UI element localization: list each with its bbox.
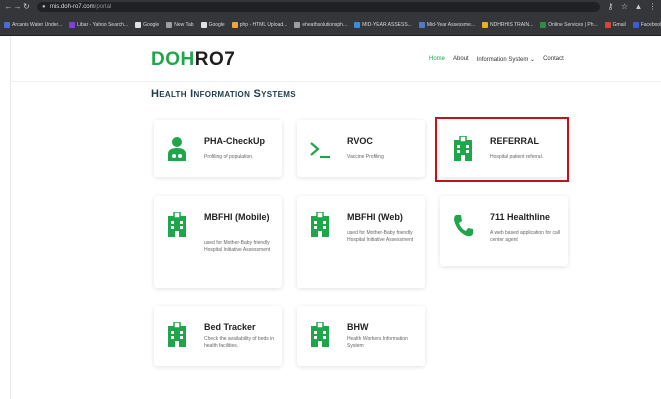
hospital-icon [168, 322, 186, 347]
url-path: /portal [94, 4, 112, 10]
bookmark-item[interactable]: Online Services | Ph... [540, 21, 598, 28]
card-description: Health Workers Information System [347, 336, 408, 349]
star-icon[interactable]: ☆ [620, 0, 629, 14]
favicon-icon [604, 21, 611, 28]
card-title: MBFHI (Mobile) [204, 212, 270, 222]
bookmark-label: Arcanis Water Under... [12, 21, 63, 28]
card-description: Check the availability of beds in health… [204, 336, 275, 349]
nav-about[interactable]: About [453, 56, 469, 63]
favicon-icon [540, 21, 547, 28]
logo-doh: DOH [151, 49, 195, 70]
bookmark-label: Google [208, 21, 225, 28]
card-bhw[interactable]: BHW Health Workers Information System [297, 306, 425, 366]
extension-icon[interactable]: ▲ [634, 0, 643, 14]
bookmark-label: MID-YEAR ASSESS... [362, 21, 412, 28]
terminal-icon [310, 142, 330, 159]
card-bed-tracker[interactable]: Bed Tracker Check the availability of be… [154, 306, 282, 366]
top-navigation: Home About Information System ⌄ Contact [429, 56, 564, 63]
hospital-icon [311, 212, 329, 237]
forward-icon[interactable]: → [13, 0, 22, 14]
card-pha-checkup[interactable]: PHA-CheckUp Profiling of population. [154, 120, 282, 177]
bookmark-item[interactable]: Arcanis Water Under... [4, 21, 63, 28]
bookmark-item[interactable]: Google [135, 21, 160, 28]
favicon-icon [231, 21, 238, 28]
bookmark-label: php - HTML Upload... [239, 21, 288, 28]
highlight-box [435, 117, 569, 182]
nav-home[interactable]: Home [429, 56, 445, 63]
browser-toolbar: ← → ↻ ● rnis.doh-ro7.com /portal ⚷ ☆ ▲ ⋮ [0, 0, 661, 14]
card-description: A web based application for call center … [490, 230, 561, 243]
card-description: used for Mother-Baby friendly Hospital I… [347, 230, 414, 243]
bookmark-label: Online Services | Ph... [548, 21, 598, 28]
card-description: used for Mother-Baby friendly Hospital I… [204, 240, 271, 253]
card-mbfhi-mobile[interactable]: MBFHI (Mobile) used for Mother-Baby frie… [154, 196, 282, 288]
bookmark-item[interactable]: New Tab [166, 21, 194, 28]
lock-icon: ● [42, 4, 46, 10]
card-mbfhi-web[interactable]: MBFHI (Web) used for Mother-Baby friendl… [297, 196, 425, 288]
hospital-icon [311, 322, 329, 347]
address-bar[interactable]: ● rnis.doh-ro7.com /portal [37, 2, 600, 12]
favicon-icon [354, 21, 361, 28]
bookmark-item[interactable]: Mid-Year Assessme... [418, 21, 476, 28]
card-title: PHA-CheckUp [204, 136, 266, 146]
card-title: 711 Healthline [490, 212, 551, 222]
nav-contact[interactable]: Contact [543, 56, 564, 63]
person-icon [168, 137, 186, 161]
favicon-icon [166, 21, 173, 28]
card-711-healthline[interactable]: 711 Healthline A web based application f… [440, 196, 568, 266]
bookmark-item[interactable]: php - HTML Upload... [231, 21, 288, 28]
bookmark-item[interactable]: MID-YEAR ASSESS... [354, 21, 412, 28]
bookmark-label: New Tab [174, 21, 194, 28]
favicon-icon [200, 21, 207, 28]
bookmark-item[interactable]: Gmail [604, 21, 626, 28]
card-title: BHW [347, 322, 369, 332]
web-page: DOHRO7 Home About Information System ⌄ C… [10, 36, 661, 399]
hospital-icon [168, 212, 186, 237]
card-description: Profiling of population. [204, 154, 254, 160]
favicon-icon [294, 21, 301, 28]
card-description: Vaccine Profiling [347, 154, 384, 160]
key-icon[interactable]: ⚷ [606, 0, 615, 14]
card-title: RVOC [347, 136, 373, 146]
browser-chrome: ← → ↻ ● rnis.doh-ro7.com /portal ⚷ ☆ ▲ ⋮… [0, 0, 661, 36]
header-divider [11, 81, 661, 82]
favicon-icon [69, 21, 76, 28]
favicon-icon [632, 21, 639, 28]
back-icon[interactable]: ← [4, 0, 13, 14]
nav-information-system[interactable]: Information System ⌄ [477, 56, 535, 63]
favicon-icon [4, 21, 10, 28]
site-logo[interactable]: DOHRO7 [151, 49, 235, 71]
bookmark-label: Facebook - Log in o... [640, 21, 661, 28]
card-rvoc[interactable]: RVOC Vaccine Profiling [297, 120, 425, 177]
bookmark-label: Mid-Year Assessme... [426, 21, 476, 28]
favicon-icon [135, 21, 142, 28]
bookmark-label: Libar - Yahoo Search... [77, 21, 129, 28]
bookmark-item[interactable]: NDHRHIS TRAIN... [482, 21, 534, 28]
menu-icon[interactable]: ⋮ [648, 0, 657, 14]
bookmark-item[interactable]: eheathsolutionsph... [294, 21, 348, 28]
bookmark-label: eheathsolutionsph... [302, 21, 348, 28]
phone-icon [454, 215, 473, 237]
bookmark-item[interactable]: Facebook - Log in o... [632, 21, 661, 28]
url-host: rnis.doh-ro7.com [49, 4, 95, 10]
favicon-icon [418, 21, 425, 28]
card-title: MBFHI (Web) [347, 212, 403, 222]
reload-icon[interactable]: ↻ [22, 0, 31, 14]
bookmark-label: NDHRHIS TRAIN... [490, 21, 534, 28]
section-title: Health Information Systems [151, 88, 296, 100]
logo-ro7: RO7 [194, 49, 236, 70]
bookmark-label: Google [143, 21, 160, 28]
bookmark-label: Gmail [612, 21, 626, 28]
favicon-icon [482, 21, 489, 28]
bookmark-item[interactable]: Google [200, 21, 225, 28]
bookmark-item[interactable]: Libar - Yahoo Search... [69, 21, 129, 28]
bookmarks-bar: Arcanis Water Under... Libar - Yahoo Sear… [0, 14, 661, 36]
card-title: Bed Tracker [204, 322, 256, 332]
